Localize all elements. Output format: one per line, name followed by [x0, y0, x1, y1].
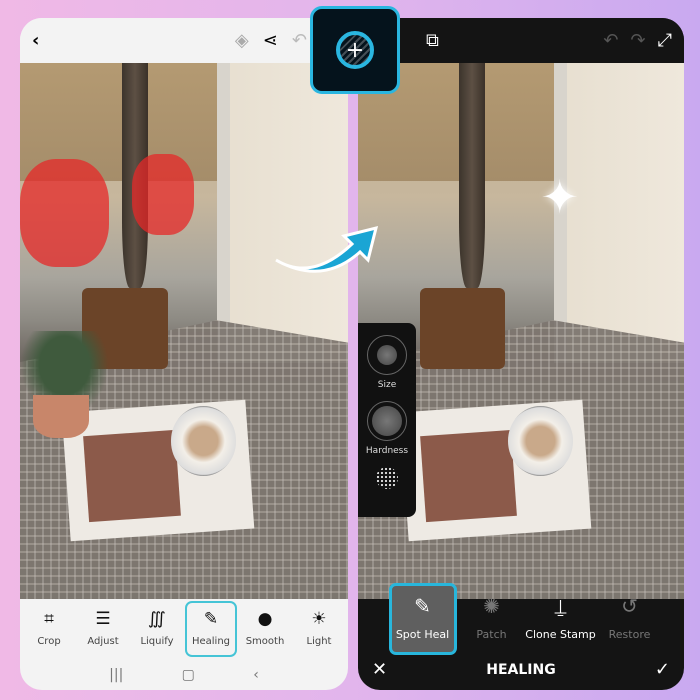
- heal-selection: [20, 159, 109, 267]
- top-bar: ‹ ◈ ⋖ ↶ ↷: [20, 18, 348, 63]
- brush-panel: Size Hardness: [358, 323, 416, 517]
- layers-icon[interactable]: ◈: [235, 31, 249, 50]
- restore-icon: ↺: [621, 594, 638, 618]
- tool-adjust[interactable]: ☰ Adjust: [77, 601, 129, 657]
- sparkle-icon: ✦: [540, 170, 580, 225]
- photo-canvas[interactable]: [20, 63, 348, 599]
- sun-icon: ☀: [311, 609, 327, 629]
- hardness-control[interactable]: [367, 401, 407, 441]
- heal-selection: [131, 154, 194, 235]
- tool-clone-stamp[interactable]: ⍊ Clone Stamp: [525, 583, 595, 655]
- stamp-icon: ⍊: [554, 594, 567, 618]
- tool-healing[interactable]: ✎ Healing: [185, 601, 237, 657]
- tool-crop[interactable]: ⌗ Crop: [23, 601, 75, 657]
- close-icon[interactable]: ✕: [372, 661, 387, 679]
- tool-light[interactable]: ☀ Light: [293, 601, 345, 657]
- tool-bar: ⌗ Crop ☰ Adjust ∭ Liquify ✎ Healing ● Smooth …: [20, 599, 348, 659]
- arrow-icon: [275, 225, 379, 273]
- bandage-icon: ✎: [203, 609, 219, 629]
- tool-spot-heal[interactable]: ✎ Spot Heal: [388, 582, 457, 655]
- size-control[interactable]: [367, 335, 407, 375]
- tool-patch[interactable]: ✺ Patch: [458, 583, 526, 655]
- tool-smooth[interactable]: ● Smooth: [239, 601, 291, 657]
- drop-icon: ●: [257, 609, 273, 629]
- app-logo: +: [310, 6, 400, 94]
- tool-liquify[interactable]: ∭ Liquify: [131, 601, 183, 657]
- redo-icon[interactable]: ↷: [631, 31, 646, 50]
- share-icon[interactable]: ⋖: [263, 31, 278, 50]
- bottom-bar: ✕ HEALING ✓: [358, 650, 684, 690]
- crop-icon: ⌗: [44, 609, 54, 629]
- sliders-icon: ☰: [95, 609, 111, 629]
- home-icon[interactable]: ▢: [182, 667, 195, 683]
- tool-restore[interactable]: ↺ Restore: [596, 583, 664, 655]
- before-phone: ‹ ◈ ⋖ ↶ ↷ ⌗Crop ☰Adjust ∭Liquify ✎Healin…: [20, 18, 348, 690]
- spot-heal-icon: ✎: [414, 594, 431, 618]
- check-icon[interactable]: ✓: [655, 661, 670, 679]
- liquify-icon: ∭: [148, 609, 166, 629]
- back-nav-icon[interactable]: ‹: [253, 667, 259, 683]
- compare-icon[interactable]: ⧉: [426, 31, 439, 50]
- undo-icon[interactable]: ↶: [603, 31, 618, 50]
- recents-icon[interactable]: |||: [109, 667, 123, 683]
- panel-title: HEALING: [486, 662, 556, 678]
- expand-icon[interactable]: ⤢: [658, 31, 672, 50]
- brush-pattern-icon[interactable]: [376, 467, 398, 489]
- patch-icon: ✺: [483, 594, 500, 618]
- undo-icon[interactable]: ↶: [292, 31, 307, 50]
- healing-tool-bar: ✎ Spot Heal ✺ Patch ⍊ Clone Stamp ↺ Restore: [358, 581, 684, 656]
- top-bar: ⧉ ↶ ↷ ⤢: [358, 18, 684, 63]
- back-icon[interactable]: ‹: [32, 31, 39, 50]
- system-nav: ||| ▢ ‹: [20, 659, 348, 690]
